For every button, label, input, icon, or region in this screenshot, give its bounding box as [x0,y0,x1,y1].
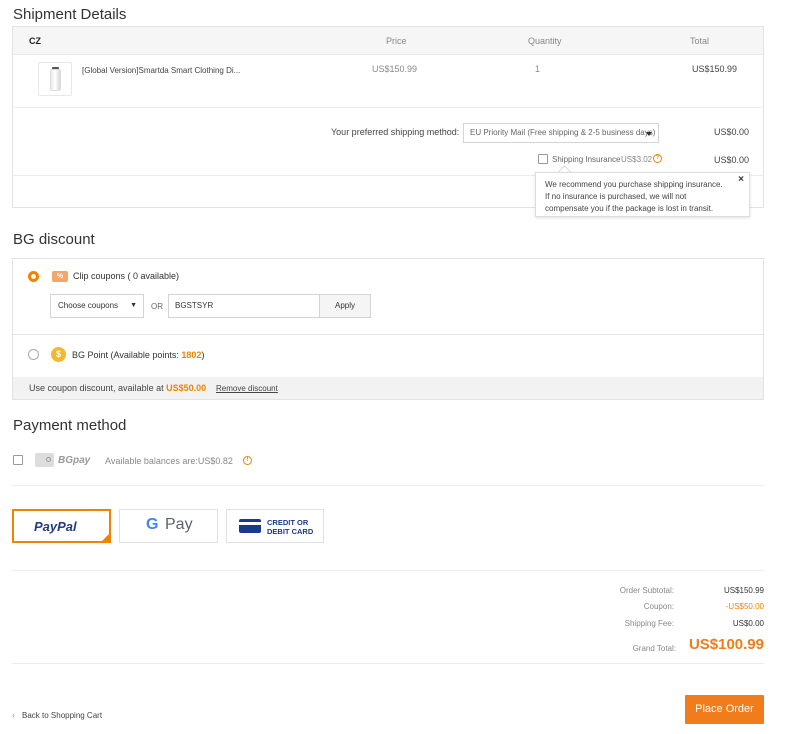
shipping-fee-label: Shipping Fee: [624,619,674,628]
product-total: US$150.99 [692,64,738,74]
close-icon[interactable]: × [738,174,744,186]
or-label: OR [151,302,163,311]
choose-coupons-label: Choose coupons [58,301,119,310]
col-total: Total [690,36,710,46]
subtotal-value: US$150.99 [723,586,764,595]
discount-footer-amount: US$50.00 [166,383,207,393]
col-quantity: Quantity [528,36,562,46]
bg-point-icon: $ [51,347,66,362]
shipment-header: CZ Price Quantity Total [13,27,763,55]
paypal-logo: PayPal [34,519,77,534]
discount-footer-text: Use coupon discount, available at US$50.… [29,383,206,393]
caret-down-icon [646,132,652,136]
insurance-checkbox[interactable] [538,154,548,164]
shipment-title: Shipment Details [13,6,127,23]
info-icon[interactable]: ? [653,154,662,163]
place-order-button[interactable]: Place Order [685,695,764,724]
divider [12,570,764,571]
insurance-label: Shipping Insurance [552,155,621,164]
shipping-fee-value: US$0.00 [732,619,764,628]
discount-footer-label: Use coupon discount, available at [29,383,167,393]
shipping-cost: US$0.00 [714,127,750,137]
product-price: US$150.99 [372,64,418,74]
remove-discount-link[interactable]: Remove discount [216,384,278,393]
card-option[interactable]: CREDIT OR DEBIT CARD [226,509,324,543]
paypal-option[interactable]: PayPal [12,509,111,543]
caret-down-icon: ▼ [130,302,137,309]
bg-point-suffix: ) [201,350,205,360]
coupon-icon: % [52,271,68,282]
coupon-code-input[interactable]: BGSTSYR [168,294,320,318]
card-label-line1: CREDIT OR [267,518,309,527]
radio-clip-coupons[interactable] [28,271,39,282]
gpay-text: Pay [165,516,193,533]
divider [13,107,763,108]
wallet-icon [35,453,54,467]
clip-coupons-label: Clip coupons ( 0 available) [73,271,180,281]
shipping-method-label: Your preferred shipping method: [331,127,460,137]
discount-title: BG discount [13,231,95,248]
choose-coupons-select[interactable]: Choose coupons ▼ [50,294,144,318]
chevron-left-icon: ‹ [12,710,15,720]
shipping-method-select[interactable]: EU Priority Mail (Free shipping & 2-5 bu… [463,123,659,143]
selected-check-icon [100,532,111,543]
radio-bg-point[interactable] [28,349,39,360]
discount-footer: Use coupon discount, available at US$50.… [13,377,763,399]
product-name[interactable]: [Global Version]Smartda Smart Clothing D… [82,66,240,75]
product-thumbnail[interactable] [38,62,72,96]
grand-total-label: Grand Total: [632,644,676,653]
paypal-text: PayPal [34,519,77,534]
divider [12,663,764,664]
info-icon[interactable]: ! [243,456,252,465]
payment-title: Payment method [13,417,127,434]
card-label: CREDIT OR DEBIT CARD [267,518,313,536]
bgpay-label: BGpay [58,455,91,466]
col-price: Price [386,36,407,46]
bgpay-balance: Available balances are:US$0.82 [105,456,233,466]
divider [12,485,764,486]
apply-button[interactable]: Apply [319,294,371,318]
insurance-price: US$3.02 [621,155,653,164]
product-quantity: 1 [535,64,541,74]
back-to-cart-link[interactable]: Back to Shopping Cart [22,711,102,720]
bgpay-checkbox[interactable] [13,455,23,465]
coupon-label: Coupon: [643,602,674,611]
coupon-value: -US$50.00 [725,602,764,611]
bg-point-value: 1802 [181,350,202,360]
subtotal-label: Order Subtotal: [619,586,674,595]
credit-card-icon [239,519,261,533]
bg-point-text: BG Point (Available points: [72,350,182,360]
bg-point-label: BG Point (Available points: 1802) [72,350,204,360]
warehouse-label: CZ [29,36,41,46]
card-label-line2: DEBIT CARD [267,527,314,536]
google-g-icon: G [146,516,159,533]
insurance-cost: US$0.00 [714,155,750,165]
divider [13,334,763,335]
grand-total-value: US$100.99 [688,636,764,653]
shipping-method-value: EU Priority Mail (Free shipping & 2-5 bu… [470,128,656,137]
insurance-tooltip: We recommend you purchase shipping insur… [535,172,750,217]
google-pay-option[interactable]: G Pay [119,509,218,543]
tooltip-text: We recommend you purchase shipping insur… [545,180,723,213]
discount-box: % Clip coupons ( 0 available) Choose cou… [12,258,764,400]
